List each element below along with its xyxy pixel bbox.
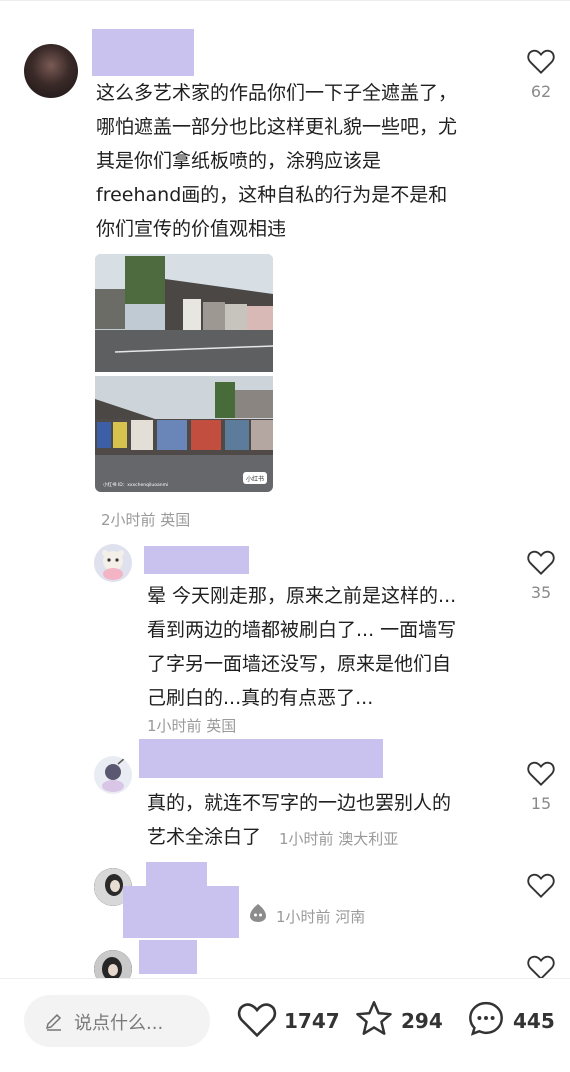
- pencil-icon: [45, 1013, 62, 1031]
- comment-text-line: freehand画的，这种自私的行为是不是和: [96, 184, 448, 206]
- username-redacted[interactable]: [139, 940, 197, 974]
- comment-button[interactable]: 445: [466, 1001, 561, 1041]
- comment-text-redacted: [123, 886, 239, 938]
- like-count: 15: [530, 794, 552, 813]
- comment-text-line: 看到两边的墙都被刷白了... 一面墙写: [147, 619, 457, 641]
- heart-icon: [527, 873, 555, 898]
- emoji-icon: [250, 904, 266, 922]
- comment-bubble-icon: [469, 1001, 503, 1036]
- comment-text-line: 这么多艺术家的作品你们一下子全遮盖了，: [96, 82, 458, 104]
- watermark-logo: 小红书: [246, 475, 264, 483]
- like-button[interactable]: 15: [521, 760, 561, 813]
- comment-meta: 1小时前 河南: [276, 908, 366, 926]
- avatar-image: [94, 544, 132, 582]
- comment-meta: 2小时前 英国: [101, 511, 191, 529]
- username-redacted[interactable]: [139, 739, 383, 778]
- comment-text-line: 哪怕遮盖一部分也比这样更礼貌一些吧，尤: [96, 116, 458, 138]
- comment-text-line: 真的，就连不写字的一边也罢别人的: [147, 792, 452, 814]
- bottom-action-bar: 说点什么... 1747 294 445: [0, 978, 570, 1072]
- heart-icon: [527, 49, 555, 74]
- comment-meta: 1小时前 澳大利亚: [279, 830, 399, 848]
- street-graffiti-photo: 小红书 小红书 ID：xxxchenqiluoanmi: [95, 254, 273, 492]
- comment-image[interactable]: 小红书 小红书 ID：xxxchenqiluoanmi: [95, 254, 273, 492]
- like-button[interactable]: [521, 872, 561, 898]
- comment-total: 445: [513, 1009, 555, 1033]
- top-divider: [0, 0, 570, 1]
- heart-icon: [237, 1003, 277, 1037]
- heart-icon: [527, 955, 555, 980]
- comment-text-line: 其是你们拿纸板喷的，涂鸦应该是: [96, 150, 382, 172]
- like-total: 1747: [284, 1009, 340, 1033]
- avatar-image: [94, 756, 132, 794]
- like-button[interactable]: 62: [521, 48, 561, 101]
- collect-total: 294: [401, 1009, 443, 1033]
- comment-text-line: 艺术全涂白了: [147, 826, 262, 848]
- comment-input[interactable]: 说点什么...: [24, 995, 210, 1047]
- heart-icon: [527, 550, 555, 575]
- collect-button[interactable]: 294: [354, 1001, 444, 1041]
- like-count: 62: [530, 82, 552, 101]
- username-redacted[interactable]: [146, 862, 207, 886]
- like-post-button[interactable]: 1747: [237, 1001, 340, 1041]
- comment-text-line: 你们宣传的价值观相违: [96, 218, 287, 240]
- like-count: 35: [530, 583, 552, 602]
- star-icon: [356, 1001, 392, 1035]
- comment-meta: 1小时前 英国: [147, 717, 237, 735]
- heart-icon: [527, 761, 555, 786]
- like-button[interactable]: 35: [521, 549, 561, 602]
- username-redacted[interactable]: [144, 546, 249, 574]
- username-redacted[interactable]: [92, 29, 194, 76]
- comment-text-line: 了字另一面墙还没写，原来是他们自: [147, 653, 452, 675]
- image-caption: 小红书 ID：xxxchenqiluoanmi: [103, 481, 168, 488]
- comment-text-line: 晕 今天刚走那，原来之前是这样的...: [147, 585, 457, 607]
- comment-text-line: 己刷白的...真的有点恶了...: [147, 687, 374, 709]
- like-button[interactable]: [521, 954, 561, 980]
- comment-input-placeholder: 说点什么...: [74, 1013, 164, 1034]
- avatar[interactable]: [94, 544, 132, 582]
- avatar[interactable]: [94, 756, 132, 794]
- avatar[interactable]: [24, 44, 78, 98]
